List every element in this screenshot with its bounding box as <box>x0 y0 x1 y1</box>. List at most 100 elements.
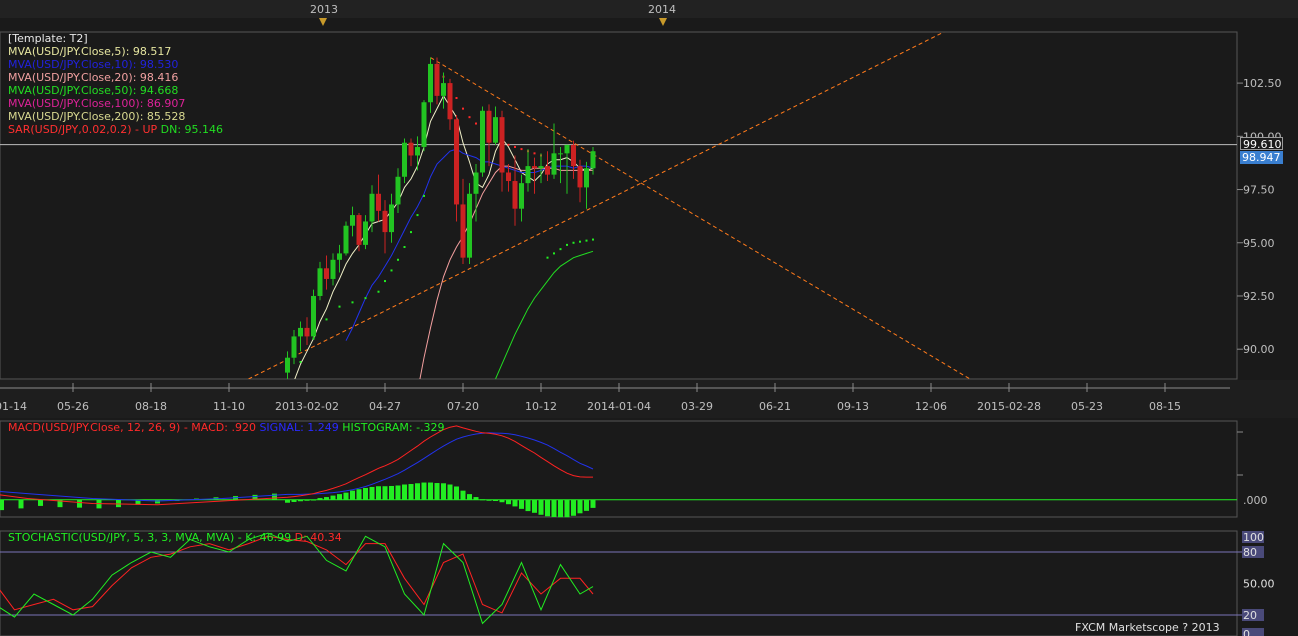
candle-body <box>317 268 323 296</box>
legend-entry: MVA(USD/JPY.Close,100): 86.907 <box>8 97 186 110</box>
macd-histogram-bar <box>577 499 583 514</box>
candle-body <box>395 176 401 205</box>
sar-dot <box>579 240 581 243</box>
stochastic-legend: STOCHASTIC(USD/JPY, 5, 3, 3, MVA, MVA) -… <box>8 531 342 544</box>
sar-legend-dn: DN: 95.146 <box>157 123 224 136</box>
candle-body <box>369 193 375 222</box>
macd-histogram-bar <box>285 499 290 503</box>
time-tick-label: 11-10 <box>213 400 245 413</box>
current-price-box: 98.947 <box>1240 151 1283 164</box>
macd-histogram-bar <box>330 495 336 500</box>
candle-body <box>324 268 329 279</box>
candle-body <box>467 193 472 258</box>
time-tick-label: 10-12 <box>525 400 557 413</box>
macd-histogram-bar <box>389 485 394 500</box>
time-tick-label: 08-15 <box>1149 400 1181 413</box>
sar-dot <box>585 239 588 242</box>
sar-dot <box>546 256 549 259</box>
macd-histogram-bar <box>454 486 459 500</box>
time-tick-label: 2012-01-14 <box>0 400 27 413</box>
sar-dot <box>423 194 425 197</box>
sar-dot <box>351 301 354 304</box>
candle-body <box>493 117 498 143</box>
sar-dot <box>397 258 399 261</box>
sar-dot <box>390 269 393 272</box>
candle-body <box>551 153 557 175</box>
sar-dot <box>384 280 386 283</box>
sar-dot <box>325 318 328 321</box>
macd-histogram-bar <box>337 494 342 500</box>
footer-credit: FXCM Marketscope ? 2013 <box>1075 621 1220 634</box>
price-tick-label: 102.50 <box>1243 77 1282 90</box>
time-tick-label: 12-06 <box>915 400 947 413</box>
candle-body <box>499 117 505 173</box>
sar-dot <box>572 241 575 244</box>
macd-histogram-bar <box>317 498 323 500</box>
time-tick-label: 09-13 <box>837 400 869 413</box>
sar-dot <box>462 107 464 110</box>
legend-entry: MVA(USD/JPY.Close,20): 98.416 <box>8 71 179 84</box>
time-tick-label: 06-21 <box>759 400 791 413</box>
macd-histogram-bar <box>343 492 349 500</box>
candle-body <box>434 63 440 96</box>
macd-histogram-bar <box>395 485 401 500</box>
macd-legend: MACD(USD/JPY.Close, 12, 26, 9) - MACD: .… <box>8 421 445 434</box>
sar-dot <box>416 214 419 217</box>
sar-dot <box>592 238 594 241</box>
candle-body <box>512 181 518 209</box>
legend-entry: MVA(USD/JPY.Close,5): 98.517 <box>8 45 172 58</box>
macd-histogram-bar <box>571 499 576 516</box>
candle-body <box>415 146 420 156</box>
candle-body <box>571 144 576 167</box>
macd-tick-label: .000 <box>1243 494 1268 507</box>
candle-body <box>454 119 459 205</box>
macd-histogram-bar <box>155 499 160 504</box>
candle-body <box>506 172 511 182</box>
sar-dot <box>410 231 412 234</box>
sar-dot <box>533 152 536 155</box>
candle-body <box>350 215 355 226</box>
template-label: [Template: T2] <box>8 32 88 45</box>
macd-histogram-bar <box>408 484 414 500</box>
candle-body <box>525 166 531 184</box>
macd-histogram-bar <box>558 499 563 518</box>
price-tick-label: 95.00 <box>1243 237 1275 250</box>
macd-histogram-bar <box>538 499 544 515</box>
candle-body <box>577 166 583 188</box>
candle-body <box>532 166 537 169</box>
macd-histogram-bar <box>0 499 4 511</box>
time-tick-label: 08-18 <box>135 400 167 413</box>
year-label-2014: 2014 <box>648 3 676 16</box>
macd-histogram-bar <box>467 494 472 500</box>
sar-dot <box>455 96 458 99</box>
candle-body <box>408 142 414 156</box>
sar-dot <box>364 297 367 300</box>
candle-body <box>356 215 362 245</box>
macd-histogram-bar <box>376 486 381 500</box>
sar-dot <box>520 148 523 151</box>
candle-body <box>538 166 544 169</box>
candle-body <box>473 172 479 194</box>
candle-body <box>382 210 388 233</box>
sar-dot <box>338 305 341 308</box>
time-tick-label: 04-27 <box>369 400 401 413</box>
time-tick-label: 2013-02-02 <box>275 400 339 413</box>
macd-histogram-bar <box>551 499 557 517</box>
macd-histogram-bar <box>291 499 297 502</box>
candle-body <box>291 336 297 358</box>
macd-histogram-bar <box>434 483 440 500</box>
macd-histogram-bar <box>512 499 518 507</box>
time-tick-label: 2015-02-28 <box>977 400 1041 413</box>
legend-entry: MVA(USD/JPY.Close,50): 94.668 <box>8 84 179 97</box>
macd-histogram-bar <box>525 499 531 512</box>
sar-dot <box>559 248 562 251</box>
time-tick-label: 05-23 <box>1071 400 1103 413</box>
macd-histogram-bar <box>545 499 550 517</box>
macd-histogram-bar <box>18 499 24 509</box>
sar-dot <box>566 243 568 246</box>
macd-histogram-bar <box>480 499 485 501</box>
sar-legend: SAR(USD/JPY,0.02,0.2) - UP DN: 95.146 <box>8 123 223 136</box>
sar-dot <box>468 116 471 119</box>
macd-histogram-bar <box>447 484 453 500</box>
candle-body <box>564 144 570 154</box>
